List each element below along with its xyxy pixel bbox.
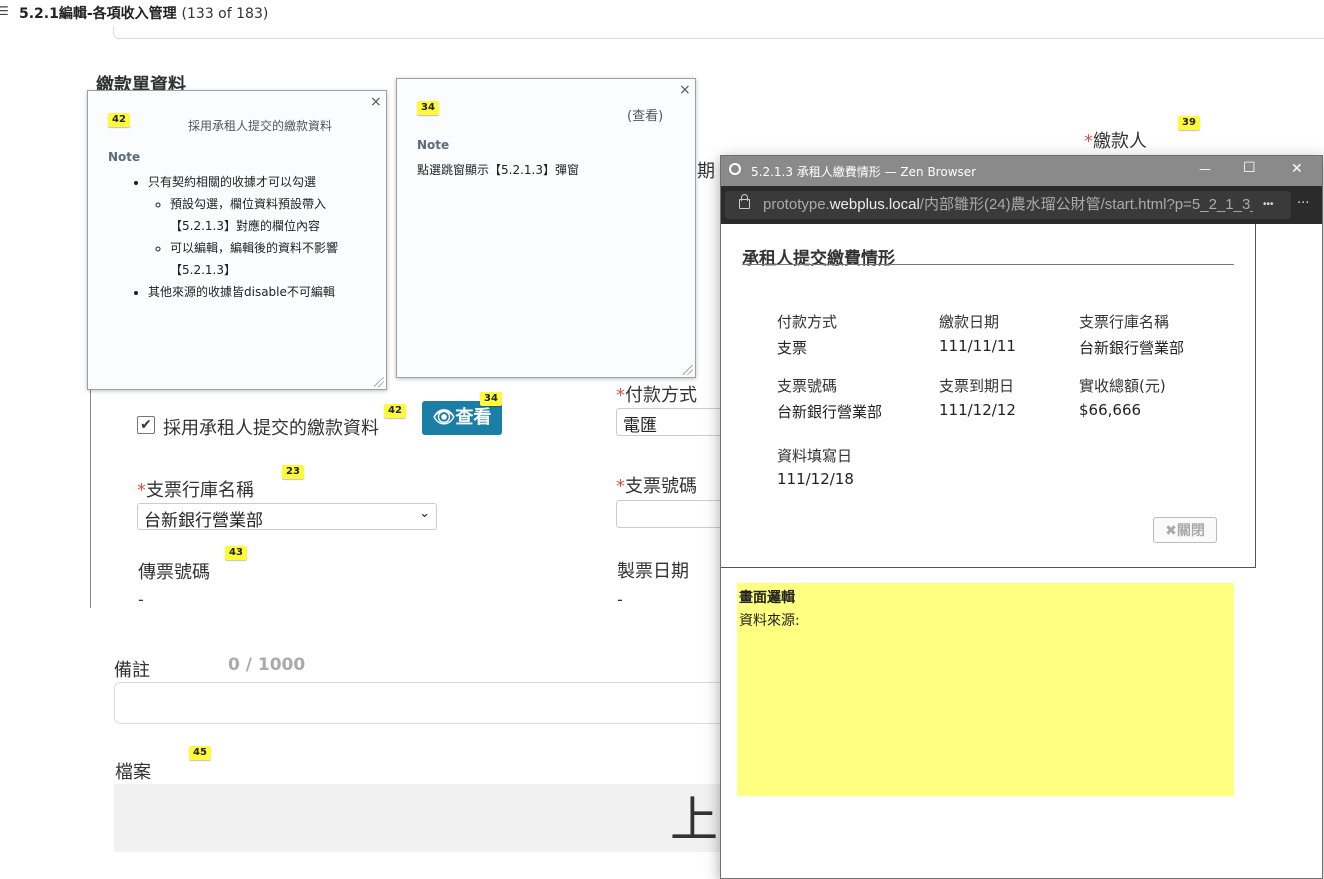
dialog-title-rule xyxy=(742,264,1234,265)
use-tenant-data-label[interactable]: 採用承租人提交的繳款資料 xyxy=(163,414,379,440)
page-counter: (133 of 183) xyxy=(181,6,269,22)
page-title: 5.2.1編輯-各項收入管理 (133 of 183) xyxy=(19,6,269,22)
chevron-down-icon: ⌄ xyxy=(419,506,430,521)
field-label: 繳款日期 xyxy=(939,313,1000,331)
url-field[interactable]: prototype.webplus.local/内部雛形(24)農水瑠公財管/s… xyxy=(725,191,1291,219)
note-subitem: 預設勾選，欄位資料預設帶入【5.2.1.3】對應的欄位內容 xyxy=(170,193,360,237)
note-item: 其他來源的收據皆disable不可編輯 xyxy=(148,281,360,303)
note-popup-42: × 42 採用承租人提交的繳款資料 Note 只有契約相關的收據才可以勾選 預設… xyxy=(87,90,387,390)
payment-method-label: *付款方式 xyxy=(616,385,697,406)
url-text: prototype.webplus.local/内部雛形(24)農水瑠公財管/s… xyxy=(763,196,1253,213)
field-label: 支票號碼 xyxy=(777,377,838,395)
field-value: 111/11/11 xyxy=(939,337,1016,355)
field-value: $66,666 xyxy=(1079,401,1142,419)
voucher-number-value: - xyxy=(138,590,144,609)
field-label: 付款方式 xyxy=(777,313,838,331)
logic-source: 資料來源: xyxy=(739,613,800,629)
payment-method-select[interactable]: 電匯 xyxy=(616,408,726,436)
close-x-icon: ✖ xyxy=(1165,523,1177,539)
maximize-icon[interactable]: ☐ xyxy=(1243,160,1256,176)
field-label: 支票行庫名稱 xyxy=(1079,313,1170,331)
note-text: 點選跳窗顯示【5.2.1.3】彈窗 xyxy=(417,163,579,177)
field-label: 實收總額(元) xyxy=(1079,377,1166,395)
files-label: 檔案 xyxy=(115,762,151,783)
bank-name-select[interactable]: 台新銀行營業部 ⌄ xyxy=(137,503,437,531)
upload-area[interactable]: 上 xyxy=(114,784,734,852)
note-heading: 採用承租人提交的繳款資料 xyxy=(188,119,333,133)
bank-name-label: *支票行庫名稱 xyxy=(137,480,254,501)
note-popup-34: × 34 (查看) Note 點選跳窗顯示【5.2.1.3】彈窗 xyxy=(396,78,696,378)
list-icon[interactable]: ☰ xyxy=(0,4,9,18)
badge-42-inline: 42 xyxy=(384,404,406,418)
note-title: Note xyxy=(108,150,141,164)
resize-grip[interactable] xyxy=(374,377,384,387)
resize-grip[interactable] xyxy=(683,365,693,375)
window-close-icon[interactable]: ✕ xyxy=(1291,161,1303,177)
partial-date-label: 期 xyxy=(697,161,715,182)
badge-34: 34 xyxy=(417,101,439,115)
use-tenant-data-checkbox[interactable]: ✔ xyxy=(137,416,155,434)
view-button[interactable]: 👁查看 xyxy=(422,401,502,435)
page-header: ☰ 5.2.1編輯-各項收入管理 (133 of 183) xyxy=(0,0,1324,24)
badge-34-inline: 34 xyxy=(480,392,502,406)
voucher-date-value: - xyxy=(617,590,623,609)
minimize-icon[interactable]: — xyxy=(1199,162,1211,176)
logic-panel: 畫面邏輯 資料來源: xyxy=(737,583,1234,796)
note-body: 只有契約相關的收據才可以勾選 預設勾選，欄位資料預設帶入【5.2.1.3】對應的… xyxy=(130,171,360,303)
field-value: 支票 xyxy=(777,339,808,357)
badge-45: 45 xyxy=(189,746,211,760)
remarks-counter: 0 / 1000 xyxy=(228,655,306,675)
badge-39: 39 xyxy=(1178,116,1200,130)
badge-42: 42 xyxy=(108,113,130,127)
note-heading: (查看) xyxy=(627,109,664,124)
eye-icon: 👁 xyxy=(432,407,456,428)
window-title: 5.2.1.3 承租人繳費情形 — Zen Browser xyxy=(751,165,977,179)
field-value: 台新銀行營業部 xyxy=(1079,339,1185,357)
note-item: 只有契約相關的收據才可以勾選 xyxy=(148,171,360,193)
url-more-icon[interactable]: ••• xyxy=(1263,191,1274,219)
check-number-input[interactable] xyxy=(616,500,726,528)
remarks-label: 備註 xyxy=(114,660,150,681)
field-value: 111/12/12 xyxy=(939,401,1016,419)
field-value: 111/12/18 xyxy=(777,470,854,488)
dialog-title: 承租人提交繳費情形 xyxy=(742,249,895,269)
menu-more-icon[interactable]: ··· xyxy=(1297,196,1309,211)
voucher-date-label: 製票日期 xyxy=(617,561,689,582)
note-subitem: 可以編輯，編輯後的資料不影響【5.2.1.3】 xyxy=(170,237,360,281)
voucher-number-label: 傳票號碼 xyxy=(138,562,210,583)
upload-text: 上 xyxy=(670,792,719,848)
badge-43: 43 xyxy=(225,546,247,560)
window-titlebar[interactable]: 5.2.1.3 承租人繳費情形 — Zen Browser — ☐ ✕ xyxy=(721,156,1322,186)
note-title: Note xyxy=(417,138,450,152)
field-label: 資料填寫日 xyxy=(777,447,853,465)
remarks-textarea[interactable] xyxy=(114,682,736,724)
form-left-border xyxy=(90,385,91,608)
browser-window: 5.2.1.3 承租人繳費情形 — Zen Browser — ☐ ✕ prot… xyxy=(720,155,1323,879)
check-number-label: *支票號碼 xyxy=(616,476,697,497)
logic-title: 畫面邏輯 xyxy=(739,590,795,606)
url-bar: prototype.webplus.local/内部雛形(24)農水瑠公財管/s… xyxy=(721,186,1322,224)
field-value: 台新銀行營業部 xyxy=(777,403,883,421)
browser-logo-icon xyxy=(729,163,741,175)
close-icon[interactable]: × xyxy=(370,94,382,110)
badge-23: 23 xyxy=(282,465,304,479)
payer-label: *繳款人 xyxy=(1084,131,1147,152)
field-label: 支票到期日 xyxy=(939,377,1015,395)
dialog-close-button[interactable]: ✖關閉 xyxy=(1153,517,1217,543)
header-box-edge xyxy=(113,26,1324,39)
lock-shackle xyxy=(741,194,748,201)
close-icon[interactable]: × xyxy=(679,82,691,98)
